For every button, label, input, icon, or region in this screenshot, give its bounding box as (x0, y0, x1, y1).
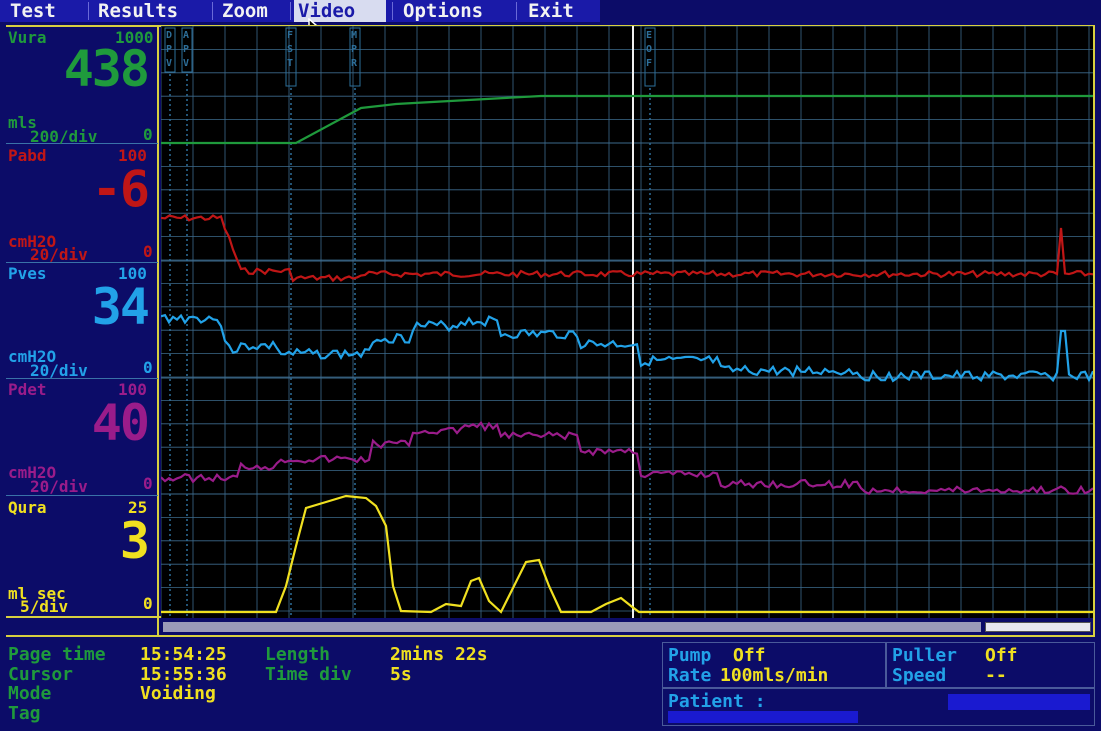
trace-pabd (161, 214, 1093, 283)
length-value: 2mins 22s (390, 644, 488, 665)
rate-value: 100mls/min (720, 665, 829, 686)
menu-bar: Test Results Zoom Video Options Exit (0, 0, 600, 22)
channel-scale: 5/div (20, 597, 69, 616)
svg-text:P: P (183, 44, 189, 55)
svg-text:O: O (646, 44, 652, 55)
cursor-value: 15:55:36 (140, 664, 227, 685)
right-border (1093, 25, 1095, 637)
patient-label: Patient : (668, 691, 766, 712)
channel-value: 34 (91, 278, 150, 336)
channel-value: -6 (91, 160, 150, 218)
patient-name-redacted (668, 711, 858, 723)
menu-separator (88, 2, 89, 20)
menu-separator (392, 2, 393, 20)
panel-divider (157, 25, 159, 637)
pump-label: Pump (668, 645, 712, 666)
menu-options[interactable]: Options (403, 0, 509, 22)
mode-label: Mode (8, 683, 52, 704)
puller-value: Off (985, 645, 1018, 666)
menu-test[interactable]: Test (10, 0, 90, 22)
channel-scale: 20/div (30, 477, 88, 496)
svg-text:E: E (646, 30, 652, 41)
menu-separator (290, 2, 291, 20)
scrollbar-thumb[interactable] (985, 622, 1091, 632)
speed-value: -- (985, 665, 1007, 686)
menu-results[interactable]: Results (98, 0, 213, 22)
event-marker-tags: DPV APV FST MPR EOF (164, 27, 656, 87)
channel-scale: 20/div (30, 361, 88, 380)
rate-label: Rate (668, 665, 712, 686)
channel-zero: 0 (143, 474, 153, 493)
page-time-label: Page time (8, 644, 106, 665)
svg-text:A: A (183, 30, 189, 41)
page-time-value: 15:54:25 (140, 644, 227, 665)
urodynamics-screen: Test Results Zoom Video Options Exit Vur… (0, 0, 1101, 731)
channel-zero: 0 (143, 358, 153, 377)
time-div-label: Time div (265, 664, 352, 685)
horizontal-scrollbar-track[interactable] (163, 622, 981, 632)
pump-value: Off (733, 645, 766, 666)
channel-scale: 200/div (30, 127, 98, 146)
mode-value: Voiding (140, 683, 216, 704)
channel-zero: 0 (143, 125, 153, 144)
svg-text:V: V (183, 58, 189, 69)
svg-text:S: S (287, 44, 293, 55)
svg-text:V: V (166, 58, 172, 69)
marker-dpv-char1: D (166, 30, 172, 41)
svg-text:P: P (351, 44, 357, 55)
tag-label: Tag (8, 703, 41, 724)
channel-value: 438 (63, 40, 150, 98)
menu-zoom[interactable]: Zoom (222, 0, 288, 22)
trace-pves (161, 313, 1093, 383)
length-label: Length (265, 644, 331, 665)
info-top-border (6, 635, 1095, 637)
svg-text:T: T (287, 58, 293, 69)
trace-pdet (161, 420, 1093, 496)
channel-zero: 0 (143, 594, 153, 613)
cursor-label: Cursor (8, 664, 74, 685)
trace-graph[interactable]: DPV APV FST MPR EOF (161, 26, 1093, 618)
menu-separator (212, 2, 213, 20)
trace-qura (161, 494, 1093, 614)
channel-value: 40 (91, 394, 150, 452)
svg-text:P: P (166, 44, 172, 55)
patient-id-redacted (948, 694, 1090, 710)
channel-scale: 20/div (30, 245, 88, 264)
event-marker-lines (169, 74, 651, 618)
svg-text:R: R (351, 58, 358, 69)
time-div-value: 5s (390, 664, 412, 685)
speed-label: Speed (892, 665, 947, 686)
svg-text:F: F (646, 58, 652, 69)
channel-value: 3 (119, 512, 150, 570)
puller-label: Puller (892, 645, 958, 666)
menu-exit[interactable]: Exit (528, 0, 588, 22)
channel-zero: 0 (143, 242, 153, 261)
menu-separator (516, 2, 517, 20)
svg-text:M: M (351, 30, 357, 41)
channel-baselines (161, 142, 1093, 495)
svg-text:F: F (287, 30, 293, 41)
